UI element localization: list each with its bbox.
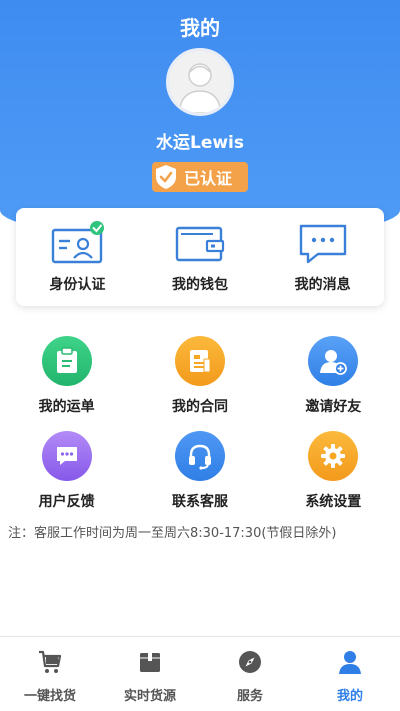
- package-icon: [140, 653, 160, 672]
- cart-icon: [39, 650, 62, 673]
- quick-action-label: 身份认证: [49, 277, 106, 293]
- my-contracts-button[interactable]: 我的合同: [140, 336, 260, 431]
- quick-action-label: 我的钱包: [171, 277, 228, 293]
- document-icon: [189, 350, 211, 373]
- grid-item-label: 联系客服: [171, 494, 228, 510]
- wallet-icon: [175, 226, 225, 262]
- tab-label: 一键找货: [23, 689, 76, 704]
- feature-grid: 我的运单 我的合同 邀请好友 用户反馈 联系客服 系统设置: [0, 336, 400, 526]
- compass-icon: [239, 651, 261, 673]
- service-hours-notice: 注：客服工作时间为周一至周六8:30-17:30(节假日除外): [8, 526, 337, 541]
- my-waybills-button[interactable]: 我的运单: [7, 336, 127, 431]
- grid-item-label: 我的运单: [38, 399, 95, 415]
- page-title: 我的: [180, 16, 220, 40]
- grid-item-label: 用户反馈: [38, 494, 95, 510]
- tab-label: 我的: [336, 689, 363, 704]
- messages-button[interactable]: 我的消息: [268, 208, 378, 306]
- verified-badge: 已认证: [152, 162, 248, 192]
- shield-check-icon: [156, 165, 176, 189]
- tab-live-cargo[interactable]: 实时货源: [100, 637, 200, 711]
- tab-find-cargo[interactable]: 一键找货: [0, 637, 100, 711]
- user-feedback-button[interactable]: 用户反馈: [7, 431, 127, 526]
- system-settings-button[interactable]: 系统设置: [273, 431, 393, 526]
- verified-label: 已认证: [184, 169, 233, 188]
- default-avatar-icon: [178, 63, 222, 113]
- grid-item-label: 系统设置: [305, 494, 362, 510]
- add-user-icon: [320, 350, 348, 375]
- invite-friends-button[interactable]: 邀请好友: [273, 336, 393, 431]
- tab-label: 实时货源: [123, 689, 176, 704]
- id-card-check-icon: [52, 221, 105, 264]
- username: 水运Lewis: [155, 133, 244, 153]
- gear-icon: [321, 444, 346, 468]
- tab-services[interactable]: 服务: [200, 637, 300, 711]
- headset-icon: [188, 444, 211, 470]
- chat-bubble-icon: [56, 447, 77, 465]
- person-icon: [339, 651, 361, 674]
- bottom-tab-bar: 一键找货 实时货源 服务 我的: [0, 636, 400, 711]
- clipboard-icon: [56, 347, 77, 373]
- grid-item-label: 邀请好友: [305, 399, 362, 415]
- wallet-button[interactable]: 我的钱包: [145, 208, 255, 306]
- quick-actions-card: 身份认证 我的钱包 我的消息: [16, 208, 384, 306]
- avatar[interactable]: [166, 48, 234, 116]
- tab-mine[interactable]: 我的: [300, 637, 400, 711]
- quick-action-label: 我的消息: [294, 277, 351, 293]
- grid-item-label: 我的合同: [171, 399, 228, 415]
- identity-verification-button[interactable]: 身份认证: [22, 208, 132, 306]
- message-icon: [299, 224, 346, 264]
- tab-label: 服务: [236, 689, 263, 704]
- contact-support-button[interactable]: 联系客服: [140, 431, 260, 526]
